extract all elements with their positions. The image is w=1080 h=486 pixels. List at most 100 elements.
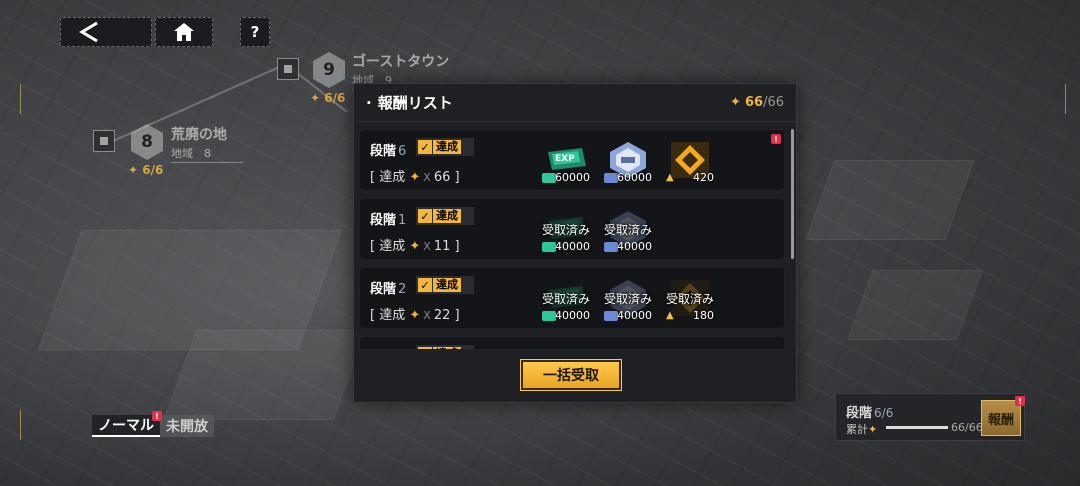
reward-quantity: 40000	[555, 309, 590, 322]
reward-row-stage-3: 段階3 ✓達成	[359, 336, 785, 349]
star-icon: ✦	[310, 91, 321, 105]
map-building	[805, 160, 975, 240]
tab-normal[interactable]: ノーマル !	[92, 411, 162, 437]
map-node-8-name: 荒廃の地	[171, 127, 227, 143]
star-icon: ✦	[409, 239, 421, 254]
reward-quantity: 420	[693, 171, 714, 184]
map-node-9-name: ゴーストタウン	[352, 54, 450, 70]
map-node-marker[interactable]	[277, 58, 299, 80]
star-icon: ✦	[729, 95, 741, 110]
stage-text: 段階	[370, 213, 397, 228]
map-node-number: 9	[323, 60, 335, 80]
crystal-mini-icon	[604, 242, 618, 252]
stage-label: 段階 1	[370, 209, 406, 228]
question-icon: ?	[250, 23, 260, 41]
reward-quantity: 40000	[617, 309, 652, 322]
star-count: 6/6	[142, 163, 164, 177]
map-node-8-stars: ✦ 6/6	[128, 163, 163, 177]
crystal-mini-icon	[604, 311, 618, 321]
progress-bar	[886, 426, 948, 429]
claimed-label: 受取済み	[603, 292, 652, 306]
modal-star-total: ✦ 66/66	[730, 95, 784, 110]
stage-number: 6	[398, 144, 407, 159]
tab-normal-label: ノーマル	[98, 418, 154, 434]
reward-quantity: 180	[693, 309, 714, 322]
condition-count: 11 ]	[433, 239, 460, 254]
tab-locked[interactable]: 未開放	[160, 415, 214, 437]
progress-stage: 段階 6/6	[846, 402, 893, 421]
achieved-badge: ✓達成	[416, 207, 474, 225]
reward-item-crystal[interactable]: 60000	[602, 136, 654, 184]
progress-stage-value: 6/6	[874, 406, 894, 420]
total-text: 累計	[846, 423, 868, 436]
achieved-label: 達成	[433, 347, 461, 349]
progress-ratio: 66/66	[951, 421, 983, 434]
alert-badge: !	[152, 411, 162, 421]
rarity-triangle-icon: ▲	[666, 172, 674, 183]
reward-item-crystal: 40000 受取済み	[602, 205, 654, 253]
claimed-label: 受取済み	[541, 292, 590, 306]
modal-title: 報酬リスト	[366, 92, 453, 113]
reward-item-crystal: 40000 受取済み	[602, 274, 654, 322]
reward-row-stage-2: 段階 2 ✓ 達成 [ 達成 ✦ X 22 ] 40000 受取済み 40000 受取済…	[359, 267, 785, 329]
stage-number: 1	[398, 213, 407, 228]
back-button[interactable]	[60, 17, 152, 47]
condition-text: [ 達成 ✦ X 11 ]	[370, 235, 460, 254]
claimed-label: 受取済み	[541, 223, 590, 237]
reward-quantity: 40000	[617, 240, 652, 253]
condition-text: [ 達成 ✦ X 66 ]	[370, 166, 460, 185]
reward-item-gold[interactable]: ▲ 420	[664, 136, 716, 184]
condition-text: [ 達成 ✦ X 22 ]	[370, 304, 460, 323]
svg-text:EXP: EXP	[555, 154, 575, 164]
reward-row-stage-1: 段階 1 ✓ 達成 [ 達成 ✦ X 11 ] 40000 受取済み 40000 受取済…	[359, 198, 785, 260]
stage-text: 段階	[370, 144, 397, 159]
reward-quantity: 60000	[617, 171, 652, 184]
condition-prefix: [ 達成	[370, 239, 406, 254]
claimed-label: 受取済み	[665, 292, 714, 306]
achieved-label: 達成	[433, 209, 461, 223]
reward-item-gold: ▲ 180 受取済み	[664, 274, 716, 322]
exp-mini-icon	[542, 242, 556, 252]
star-count: 6/6	[324, 91, 346, 105]
reward-quantity: 40000	[555, 240, 590, 253]
mode-tabs: ノーマル ! 未開放	[92, 411, 214, 437]
map-node-number: 8	[141, 132, 153, 152]
chevron-left-icon	[79, 21, 98, 43]
map-node-9-stars: ✦ 6/6	[310, 91, 345, 105]
home-button[interactable]	[155, 17, 213, 47]
achieved-label: 達成	[433, 140, 461, 154]
exp-mini-icon	[542, 311, 556, 321]
rewards-button-label: 報酬	[987, 412, 1014, 428]
modal-header: 報酬リスト ✦ 66/66	[354, 84, 796, 122]
map-node-marker[interactable]	[93, 130, 115, 152]
reward-list-scrollbar[interactable]	[791, 129, 794, 259]
reward-row-stage-6: 段階 6 ✓ 達成 [ 達成 ✦ X 66 ] EXP 60000 60000 ▲ 42…	[359, 129, 785, 191]
progress-bar-fill	[886, 426, 948, 429]
progress-stage-label: 段階	[846, 406, 873, 421]
frame-corner	[20, 84, 34, 114]
reward-item-exp[interactable]: EXP 60000	[540, 136, 592, 184]
home-icon	[174, 23, 194, 41]
stage-progress-card: 段階 6/6 累計✦ 66/66 報酬 !	[835, 393, 1025, 441]
star-total-max: /66	[763, 95, 784, 110]
frame-corner	[20, 410, 34, 440]
claim-all-button[interactable]: 一括受取	[520, 359, 622, 391]
alert-badge: !	[1015, 396, 1025, 406]
achieved-badge: ✓達成	[416, 276, 474, 294]
stage-number: 2	[398, 282, 407, 297]
help-button[interactable]: ?	[240, 17, 270, 47]
stage-label: 段階 2	[370, 278, 406, 297]
stage-label: 段階3	[370, 347, 406, 349]
crystal-mini-icon	[604, 173, 618, 183]
star-icon: ✦	[409, 308, 421, 323]
achieved-label: 達成	[433, 278, 461, 292]
star-icon: ✦	[409, 170, 421, 185]
condition-x: X	[423, 240, 431, 253]
stage-label: 段階 6	[370, 140, 406, 159]
map-building	[163, 330, 367, 420]
frame-corner	[1052, 84, 1066, 114]
reward-list[interactable]: 段階 6 ✓ 達成 [ 達成 ✦ X 66 ] EXP 60000 60000 ▲ 42…	[359, 129, 787, 349]
rewards-button[interactable]: 報酬 !	[981, 396, 1025, 436]
condition-prefix: [ 達成	[370, 170, 406, 185]
rarity-triangle-icon: ▲	[666, 310, 674, 321]
